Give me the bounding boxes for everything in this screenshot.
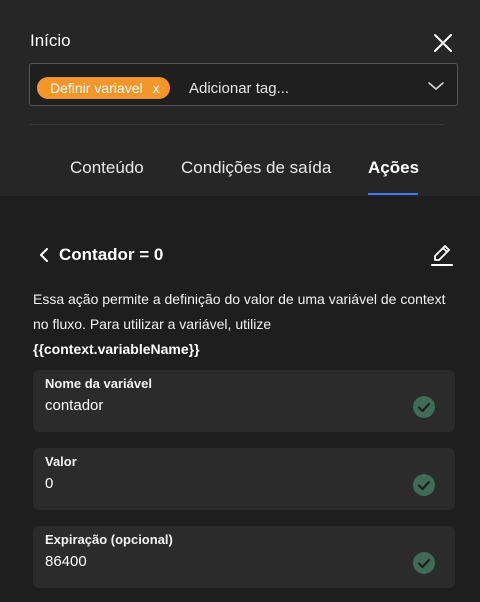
tag-selector[interactable]: Definir variavel x — [29, 63, 458, 106]
tag-remove-button[interactable]: x — [153, 80, 160, 96]
active-tab-indicator — [368, 193, 418, 195]
tab-conteudo[interactable]: Conteúdo — [70, 158, 144, 178]
chevron-left-icon — [40, 248, 48, 262]
value-field: Valor — [33, 448, 455, 510]
action-description: Essa ação permite a definição do valor d… — [33, 287, 453, 362]
expiration-input[interactable] — [45, 550, 405, 572]
tag-dropdown-toggle[interactable] — [427, 77, 445, 95]
close-button[interactable] — [432, 32, 454, 54]
variable-name-field: Nome da variável — [33, 370, 455, 432]
tab-bar: Conteúdo Condições de saída Ações — [0, 150, 480, 196]
expiration-field: Expiração (opcional) — [33, 526, 455, 588]
field-label: Valor — [45, 454, 77, 469]
edit-button[interactable] — [430, 242, 454, 268]
divider — [30, 124, 444, 125]
tab-condicoes-de-saida[interactable]: Condições de saída — [181, 158, 331, 178]
page-title: Início — [30, 31, 71, 50]
add-tag-input[interactable] — [189, 76, 409, 100]
field-label: Nome da variável — [45, 376, 152, 391]
check-circle-icon — [413, 474, 435, 496]
tab-acoes[interactable]: Ações — [368, 158, 419, 178]
action-title: Contador = 0 — [59, 245, 164, 264]
variable-syntax: {{context.variableName}} — [33, 341, 200, 357]
variable-name-input[interactable] — [45, 394, 405, 416]
chevron-down-icon — [428, 82, 444, 90]
description-text: Essa ação permite a definição do valor d… — [33, 291, 446, 332]
header-panel: Início Definir variavel x Conteúdo Condi… — [0, 0, 480, 196]
check-circle-icon — [413, 396, 435, 418]
field-label: Expiração (opcional) — [45, 532, 173, 547]
check-circle-icon — [413, 552, 435, 574]
tag-chip-label: Definir variavel — [50, 80, 143, 96]
close-icon — [434, 34, 452, 52]
tag-chip: Definir variavel x — [37, 77, 170, 99]
value-input[interactable] — [45, 472, 405, 494]
back-button[interactable]: Contador = 0 — [38, 243, 163, 267]
pencil-icon — [431, 245, 453, 266]
